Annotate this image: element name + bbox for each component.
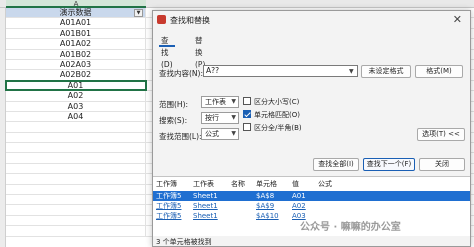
result-cell: $A$9 (256, 202, 275, 210)
result-value: A02 (292, 202, 306, 210)
full-half-width-checkbox[interactable] (243, 123, 251, 131)
cell[interactable] (6, 132, 146, 143)
results-header-book: 工作簿 (156, 180, 177, 188)
tab-replace[interactable]: 替换(P) (193, 35, 207, 69)
cell[interactable] (6, 163, 146, 174)
find-replace-dialog: 查找和替换 ✕ 查找(D) 替换(P) 查找内容(N): A?? ▼ 未设定格式… (152, 10, 471, 247)
filter-dropdown-icon[interactable]: ▼ (134, 9, 143, 17)
find-input[interactable]: A?? (203, 65, 358, 77)
results-row[interactable]: 工作簿5 Sheet1 $A$9 A02 (153, 201, 470, 211)
cell[interactable] (6, 153, 146, 163)
chevron-down-icon: ▼ (231, 114, 236, 121)
match-cell-checkbox[interactable] (243, 110, 251, 118)
no-format-button[interactable]: 未设定格式 (361, 65, 411, 78)
cell[interactable]: A01A02 (6, 39, 146, 49)
chevron-down-icon[interactable]: ▼ (349, 68, 354, 75)
result-book: 工作簿5 (156, 202, 182, 210)
result-cell: $A$8 (256, 192, 275, 200)
results-header-name: 名称 (231, 180, 245, 188)
result-book: 工作簿5 (156, 212, 182, 220)
header-cell[interactable]: 演示数据 ▼ (6, 8, 146, 18)
find-label: 查找内容(N): (159, 69, 203, 78)
chevron-down-icon: ▼ (231, 98, 236, 105)
result-sheet: Sheet1 (193, 192, 218, 200)
range-select[interactable]: 工作表 ▼ (201, 96, 239, 108)
match-cell-label: 单元格匹配(O) (254, 111, 300, 119)
find-input-value: A?? (206, 66, 220, 75)
result-cell: $A$10 (256, 212, 279, 220)
match-case-label: 区分大小写(C) (254, 98, 300, 106)
cell[interactable] (6, 122, 146, 132)
cell[interactable]: A04 (6, 111, 146, 122)
result-sheet: Sheet1 (193, 202, 218, 210)
lookin-select[interactable]: 公式 ▼ (201, 128, 239, 140)
range-value: 工作表 (205, 98, 226, 106)
search-value: 按行 (205, 114, 219, 122)
format-button[interactable]: 格式(M) (415, 65, 463, 78)
cell[interactable] (6, 226, 146, 236)
result-sheet: Sheet1 (193, 212, 218, 220)
search-select[interactable]: 按行 ▼ (201, 112, 239, 124)
header-cell-text: 演示数据 (59, 8, 92, 17)
cell[interactable]: A02 (6, 91, 146, 101)
cell[interactable]: A02B02 (6, 70, 146, 80)
options-button[interactable]: 选项(T) << (417, 128, 465, 141)
match-case-checkbox[interactable] (243, 97, 251, 105)
results-header-formula: 公式 (318, 180, 332, 188)
result-value: A01 (292, 192, 306, 200)
column-header-bar: A (0, 0, 474, 8)
find-next-button[interactable]: 查找下一个(F) (363, 158, 415, 171)
results-header-value: 值 (292, 180, 299, 188)
dialog-titlebar[interactable]: 查找和替换 ✕ (153, 11, 470, 29)
cell[interactable] (6, 195, 146, 205)
cell[interactable] (6, 143, 146, 153)
full-half-width-label: 区分全/半角(B) (254, 124, 302, 132)
cell[interactable]: A03 (6, 101, 146, 111)
cell[interactable] (6, 174, 146, 184)
lookin-label: 查找范围(L): (159, 132, 202, 141)
cell[interactable]: A01B02 (6, 49, 146, 59)
watermark: 公众号 · 嘛嘛的办公室 (300, 222, 401, 233)
active-cell[interactable]: A01 (5, 79, 147, 92)
tab-find[interactable]: 查找(D) (159, 35, 175, 69)
dialog-title: 查找和替换 (170, 16, 210, 25)
column-header-a[interactable]: A (6, 0, 146, 8)
result-book: 工作簿5 (156, 192, 182, 200)
find-all-button[interactable]: 查找全部(I) (313, 158, 359, 171)
search-label: 搜索(S): (159, 116, 188, 125)
range-label: 范围(H): (159, 100, 189, 109)
lookin-value: 公式 (205, 130, 219, 138)
results-row[interactable]: 工作簿5 Sheet1 $A$8 A01 (153, 191, 470, 201)
results-header-cell: 单元格 (256, 180, 277, 188)
chevron-down-icon: ▼ (231, 130, 236, 137)
cell[interactable] (6, 184, 146, 195)
status-text: 3 个单元格被找到 (156, 238, 212, 246)
app-icon (157, 15, 166, 24)
cell[interactable]: A02A03 (6, 59, 146, 70)
cell[interactable]: A01A01 (6, 18, 146, 28)
cell[interactable] (6, 215, 146, 226)
close-button[interactable]: 关闭 (419, 158, 465, 171)
close-icon[interactable]: ✕ (453, 13, 462, 26)
cell[interactable] (6, 205, 146, 215)
cell[interactable]: A01B01 (6, 28, 146, 39)
results-header-sheet: 工作表 (193, 180, 214, 188)
